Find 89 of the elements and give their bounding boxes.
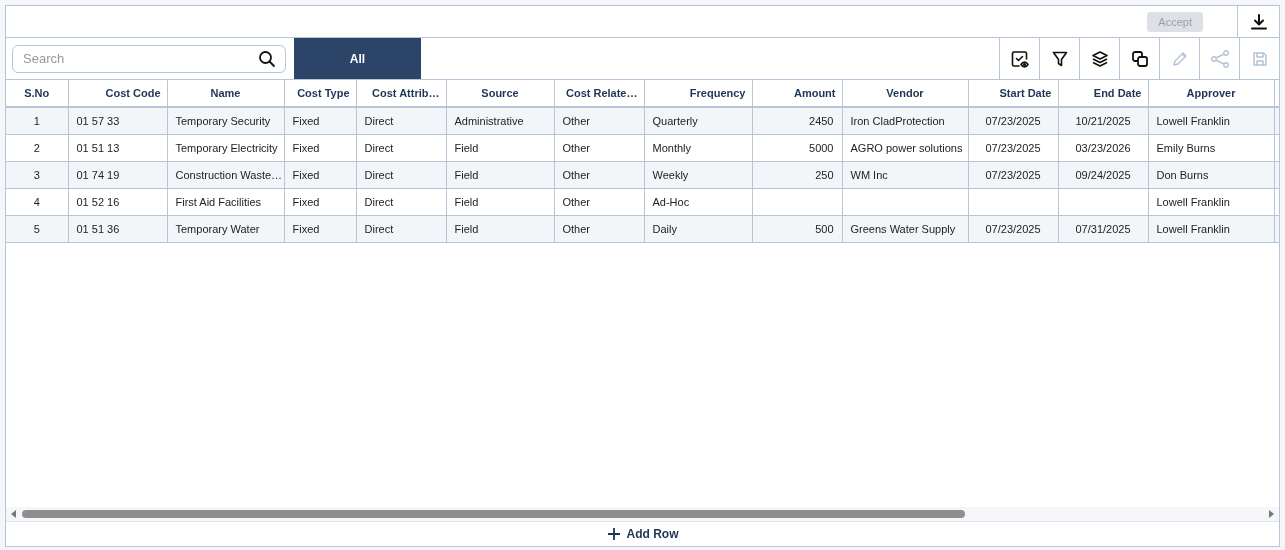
save-icon bbox=[1250, 49, 1269, 68]
table-cell: Don Burns bbox=[1156, 169, 1209, 181]
table-cell: Direct bbox=[364, 169, 394, 181]
table-cell: Daily bbox=[652, 223, 677, 235]
table-cell: 01 51 36 bbox=[76, 223, 120, 235]
table-cell: Fixed bbox=[292, 115, 320, 127]
filter-icon bbox=[1050, 49, 1069, 68]
table-cell: Direct bbox=[364, 115, 394, 127]
table-cell: 01 57 33 bbox=[76, 115, 120, 127]
table-cell: Monthly bbox=[652, 142, 692, 154]
table-cell: Temporary Electricity bbox=[175, 142, 278, 154]
table-cell: Other bbox=[562, 142, 590, 154]
copy-icon bbox=[1130, 49, 1149, 68]
table-cell: First Aid Facilities bbox=[175, 196, 262, 208]
table-cell: Emily Burns bbox=[1156, 142, 1216, 154]
table-cell: Other bbox=[562, 169, 590, 181]
table-cell: Fixed bbox=[292, 223, 320, 235]
search-field[interactable]: Search bbox=[12, 44, 286, 73]
table-cell: Other bbox=[562, 223, 590, 235]
layers-icon bbox=[1090, 49, 1109, 68]
table-cell: Direct bbox=[364, 142, 394, 154]
table-cell: 500 bbox=[815, 223, 834, 235]
tab[interactable]: All bbox=[294, 38, 421, 79]
column-header[interactable]: Amount bbox=[793, 87, 836, 99]
table-cell: Administrative bbox=[454, 115, 524, 127]
table-cell: Greens Water Supply bbox=[850, 223, 956, 235]
table-cell: Weekly bbox=[652, 169, 689, 181]
column-header[interactable]: Source bbox=[481, 87, 519, 99]
table-cell: WM Inc bbox=[850, 169, 888, 181]
column-header[interactable]: Start Date bbox=[999, 87, 1052, 99]
plus-icon bbox=[606, 527, 621, 541]
table-cell: Direct bbox=[364, 196, 394, 208]
table-cell: 10/21/2025 bbox=[1075, 115, 1131, 127]
table-cell: Other bbox=[562, 196, 590, 208]
column-header[interactable]: Approver bbox=[1186, 87, 1236, 99]
table-cell: Iron CladProtection bbox=[850, 115, 945, 127]
table-cell: Field bbox=[454, 223, 479, 235]
scroll-left-icon[interactable] bbox=[10, 509, 18, 519]
column-header[interactable]: Cost Attrib… bbox=[372, 87, 440, 99]
table-cell: Temporary Security bbox=[175, 115, 271, 127]
download-icon bbox=[1249, 12, 1268, 31]
table-cell: 07/23/2025 bbox=[985, 142, 1041, 154]
table-cell: 3 bbox=[33, 169, 40, 181]
table-cell: 2450 bbox=[809, 115, 834, 127]
table-cell: 01 51 13 bbox=[76, 142, 120, 154]
table-cell: Ad-Hoc bbox=[652, 196, 690, 208]
table-cell: AGRO power solutions bbox=[850, 142, 963, 154]
table-cell: Quarterly bbox=[652, 115, 698, 127]
table-cell: 1 bbox=[33, 115, 40, 127]
table-cell: 01 74 19 bbox=[76, 169, 120, 181]
table-cell: Fixed bbox=[292, 142, 320, 154]
table-cell: Field bbox=[454, 196, 479, 208]
column-header[interactable]: Cost Type bbox=[297, 87, 350, 99]
table-cell: 07/23/2025 bbox=[985, 115, 1041, 127]
table-cell: Lowell Franklin bbox=[1156, 223, 1230, 235]
table-cell: 03/23/2026 bbox=[1075, 142, 1131, 154]
table-cell: 07/23/2025 bbox=[985, 223, 1041, 235]
scroll-right-icon[interactable] bbox=[1267, 509, 1275, 519]
table-cell: Other bbox=[562, 115, 590, 127]
table-cell: 2 bbox=[33, 142, 40, 154]
column-header[interactable]: Cost Relate… bbox=[565, 87, 638, 99]
table-cell: Field bbox=[454, 142, 479, 154]
scrollbar-thumb[interactable] bbox=[22, 510, 966, 518]
table-cell: Direct bbox=[364, 223, 394, 235]
calendar-eye-icon bbox=[1009, 48, 1030, 69]
column-header[interactable]: S.No bbox=[24, 87, 50, 99]
table-cell: 5000 bbox=[809, 142, 834, 154]
table-cell: Field bbox=[454, 169, 479, 181]
table-cell: Lowell Franklin bbox=[1156, 196, 1230, 208]
table-cell: 07/23/2025 bbox=[985, 169, 1041, 181]
column-header[interactable]: Frequency bbox=[689, 87, 746, 99]
horizontal-scrollbar[interactable] bbox=[6, 507, 1279, 521]
search-icon bbox=[258, 49, 276, 68]
table-cell: Construction Waste… bbox=[175, 169, 283, 181]
column-header[interactable]: Name bbox=[210, 87, 241, 99]
table-cell: 4 bbox=[33, 196, 40, 208]
table-cell: Temporary Water bbox=[175, 223, 260, 235]
share-icon bbox=[1209, 49, 1230, 68]
table-cell: 250 bbox=[815, 169, 834, 181]
table-cell: 09/24/2025 bbox=[1075, 169, 1131, 181]
table-cell: Fixed bbox=[292, 196, 320, 208]
table-cell: 01 52 16 bbox=[76, 196, 120, 208]
column-header[interactable]: End Date bbox=[1093, 87, 1142, 99]
column-header[interactable]: Vendor bbox=[886, 87, 924, 99]
column-header[interactable]: Cost Code bbox=[105, 87, 161, 99]
table-cell: 07/31/2025 bbox=[1075, 223, 1131, 235]
table-cell: Lowell Franklin bbox=[1156, 115, 1230, 127]
table-cell: 5 bbox=[33, 223, 40, 235]
table-cell: Fixed bbox=[292, 169, 320, 181]
